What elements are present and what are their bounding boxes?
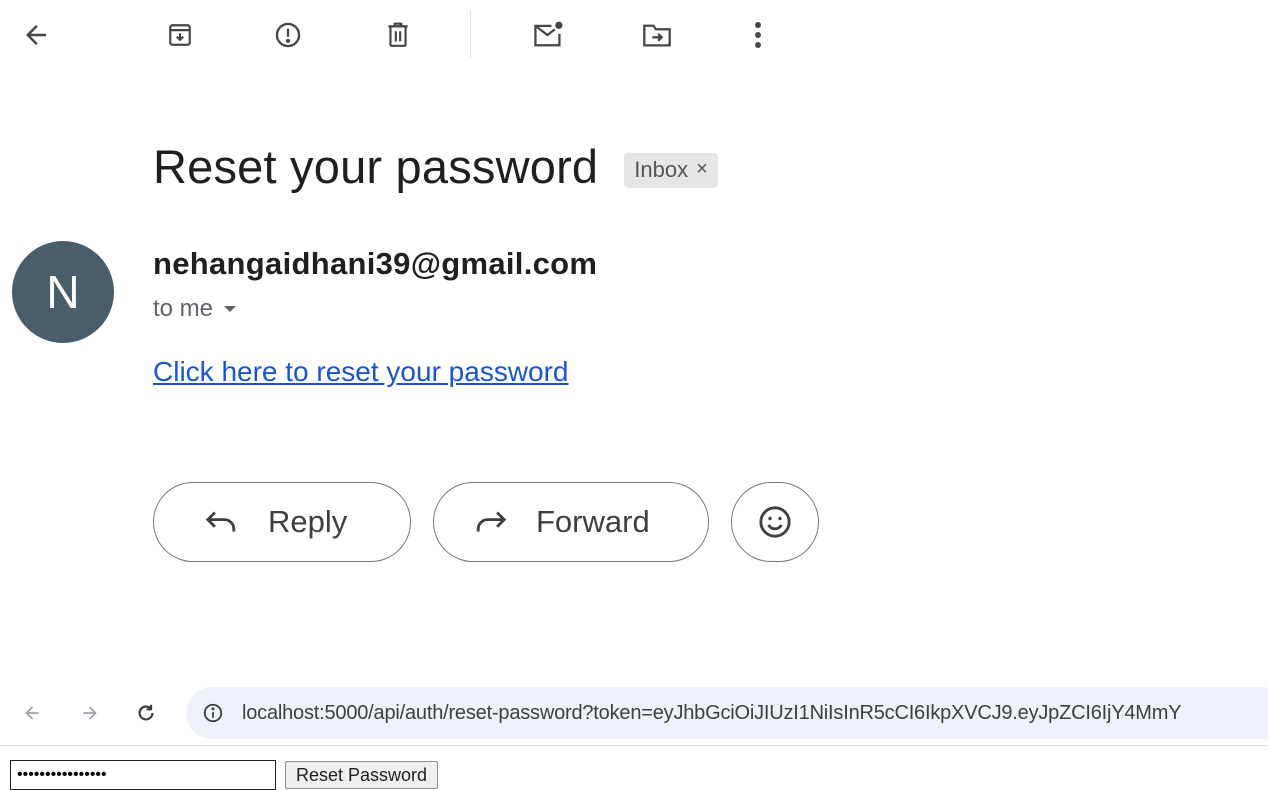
site-info-icon[interactable] bbox=[200, 700, 226, 726]
reload-icon bbox=[138, 704, 154, 721]
url-text[interactable]: localhost:5000/api/auth/reset-password?t… bbox=[242, 702, 1182, 725]
add-reaction-button[interactable] bbox=[731, 482, 819, 562]
page-divider bbox=[0, 745, 1268, 746]
emoji-icon bbox=[759, 506, 791, 538]
reset-password-button[interactable]: Reset Password bbox=[285, 761, 439, 789]
inbox-label-chip[interactable]: Inbox × bbox=[624, 152, 718, 188]
recipient-label: to me bbox=[153, 295, 214, 322]
address-bar[interactable]: localhost:5000/api/auth/reset-password?t… bbox=[186, 687, 1268, 739]
remove-label-icon[interactable]: × bbox=[696, 158, 708, 181]
forward-button[interactable]: Forward bbox=[433, 482, 709, 562]
browser-toolbar: localhost:5000/api/auth/reset-password?t… bbox=[0, 683, 1268, 743]
label-name: Inbox bbox=[634, 156, 689, 182]
caret-down-icon bbox=[224, 306, 237, 312]
subject-row: Reset your password Inbox × bbox=[153, 137, 718, 197]
avatar-initial: N bbox=[46, 266, 80, 318]
reset-password-link[interactable]: Click here to reset your password bbox=[153, 356, 569, 388]
reply-label: Reply bbox=[268, 504, 348, 539]
reply-button[interactable]: Reply bbox=[153, 482, 411, 562]
browser-reload-button[interactable] bbox=[128, 695, 164, 731]
sender-email[interactable]: nehangaidhani39@gmail.com bbox=[153, 246, 597, 282]
delete-icon[interactable] bbox=[378, 15, 418, 55]
toolbar-divider bbox=[470, 10, 471, 58]
forward-icon bbox=[476, 511, 507, 532]
forward-arrow-icon bbox=[83, 706, 97, 720]
reply-icon bbox=[205, 511, 236, 532]
back-arrow-icon[interactable] bbox=[16, 15, 56, 55]
archive-icon[interactable] bbox=[160, 15, 200, 55]
mark-unread-icon[interactable] bbox=[528, 15, 568, 55]
report-spam-icon[interactable] bbox=[268, 15, 308, 55]
back-icon bbox=[25, 706, 39, 720]
email-subject: Reset your password bbox=[153, 140, 599, 193]
more-vert-icon[interactable] bbox=[738, 15, 778, 55]
recipient-details[interactable]: to me bbox=[153, 295, 237, 323]
move-to-icon[interactable] bbox=[637, 15, 677, 55]
sender-avatar[interactable]: N bbox=[12, 241, 114, 343]
browser-back-button[interactable] bbox=[14, 695, 50, 731]
password-input[interactable] bbox=[10, 760, 276, 790]
forward-label: Forward bbox=[536, 504, 650, 539]
browser-forward-button[interactable] bbox=[72, 695, 108, 731]
